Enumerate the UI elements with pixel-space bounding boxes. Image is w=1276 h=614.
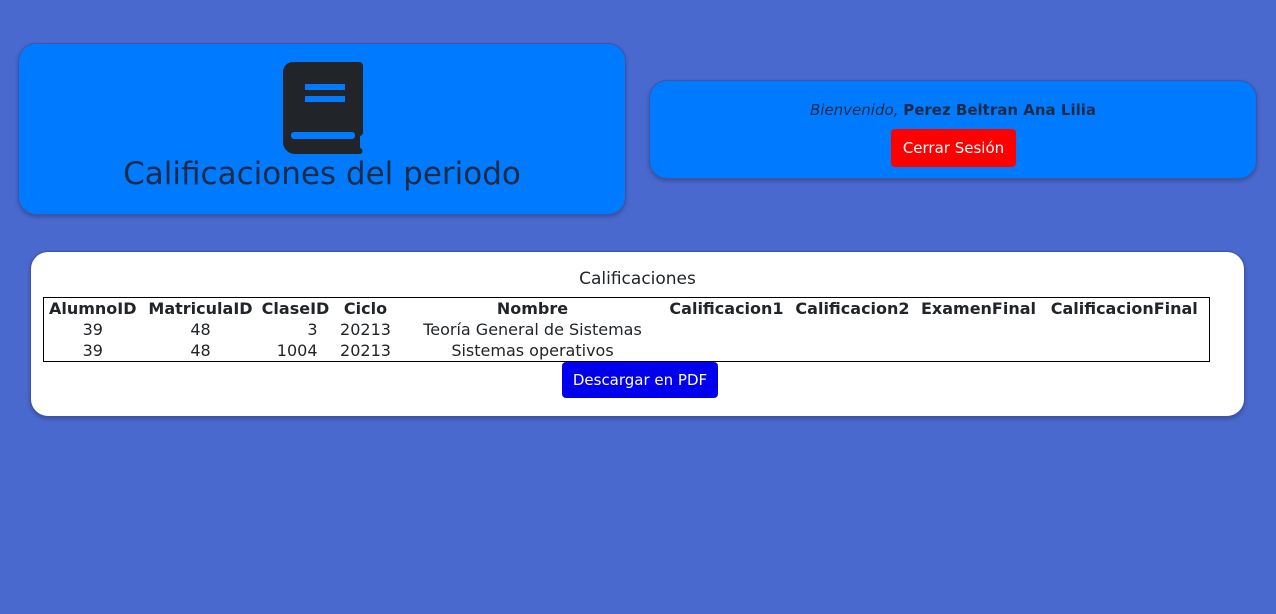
- column-header: ClaseID: [261, 299, 330, 318]
- column-header: ExamenFinal: [920, 299, 1037, 318]
- table-row: 39 48 3 20213 Teoría General de Sistemas: [44, 319, 1210, 340]
- column-header: AlumnoID: [48, 299, 137, 318]
- table-cell: 20213: [340, 341, 391, 360]
- table-cell: Teoría General de Sistemas: [423, 320, 642, 339]
- table-caption: Calificaciones: [579, 269, 696, 289]
- title-card: Calificaciones del periodo: [18, 43, 626, 215]
- book-icon: [283, 62, 363, 154]
- table-cell: 39: [82, 341, 103, 360]
- table-cell: [1040, 319, 1210, 340]
- table-cell: 20213: [340, 320, 391, 339]
- table-cell: 3: [307, 320, 318, 339]
- column-header: CalificacionFinal: [1050, 299, 1198, 318]
- page-title: Calificaciones del periodo: [123, 156, 521, 192]
- table-cell: [666, 319, 788, 340]
- download-pdf-button[interactable]: Descargar en PDF: [562, 362, 718, 398]
- table-cell: 39: [82, 320, 103, 339]
- user-name: Perez Beltran Ana Lilia: [903, 101, 1096, 119]
- table-cell: [1040, 340, 1210, 362]
- table-cell: 48: [190, 341, 211, 360]
- column-header: Calificacion1: [669, 299, 784, 318]
- user-card: Bienvenido, Perez Beltran Ana Lilia Cerr…: [649, 80, 1257, 179]
- table-cell: 48: [190, 320, 211, 339]
- column-header: Ciclo: [343, 299, 388, 318]
- logout-button[interactable]: Cerrar Sesión: [891, 129, 1016, 167]
- table-cell: [918, 319, 1040, 340]
- column-header: MatriculaID: [148, 299, 253, 318]
- grades-panel: Calificaciones AlumnoID MatriculaID Clas…: [30, 251, 1245, 417]
- table-cell: 1004: [276, 341, 318, 360]
- table-header-row: AlumnoID MatriculaID ClaseID Ciclo Nombr…: [44, 298, 1210, 320]
- table-cell: [788, 340, 918, 362]
- table-cell: [918, 340, 1040, 362]
- welcome-label: Bienvenido,: [809, 101, 899, 119]
- grades-table: AlumnoID MatriculaID ClaseID Ciclo Nombr…: [43, 297, 1210, 362]
- column-header: Nombre: [496, 299, 569, 318]
- table-cell: [666, 340, 788, 362]
- table-row: 39 48 1004 20213 Sistemas operativos: [44, 340, 1210, 362]
- table-cell: [788, 319, 918, 340]
- table-cell: Sistemas operativos: [451, 341, 614, 360]
- column-header: Calificacion2: [795, 299, 910, 318]
- welcome-message: Bienvenido, Perez Beltran Ana Lilia: [650, 101, 1256, 119]
